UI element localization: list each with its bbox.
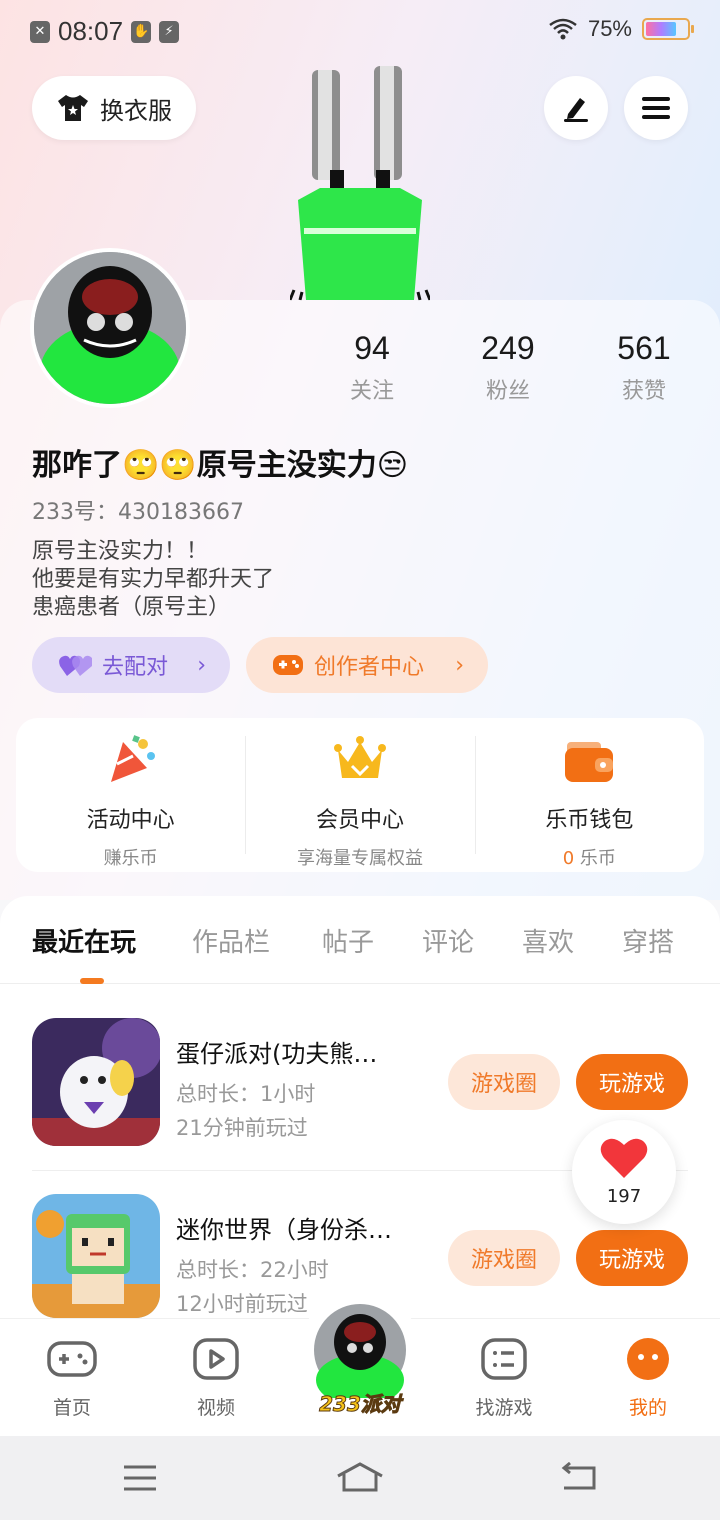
avatar-image [34,252,186,404]
activity-center-sub: 赚乐币 [103,848,158,869]
nav-home[interactable]: 首页 [22,1337,122,1420]
likes-stat[interactable]: 561 获赞 [584,330,704,405]
coin-balance: 0 [562,848,575,869]
like-count: 197 [606,1186,642,1207]
change-outfit-button[interactable]: 换衣服 [32,76,196,140]
chevron-right-icon: › [455,652,464,678]
followers-stat[interactable]: 249 粉丝 [448,330,568,405]
status-time: 08:07 [58,16,124,46]
party-avatar-icon [314,1304,406,1398]
list-icon [481,1338,527,1380]
tab-posts[interactable]: 帖子 [322,922,374,959]
followers-label: 粉丝 [485,379,530,404]
party-popper-icon [110,735,155,782]
game-name: 蛋仔派对(功夫熊… [176,1040,378,1068]
nav-party[interactable]: 233派对 [300,1290,420,1420]
nav-home-label: 首页 [52,1397,91,1419]
vip-center-entry[interactable]: 会员中心 享海量专属权益 [245,718,474,872]
profile-tabs: 最近在玩 作品栏 帖子 评论 喜欢 穿搭 [0,896,720,984]
change-outfit-label: 换衣服 [100,96,172,125]
game-icon-eggy-party [32,1018,160,1146]
game-circle-button[interactable]: 游戏圈 [448,1230,560,1286]
system-nav-bar [0,1436,720,1520]
following-label: 关注 [349,379,394,404]
tab-recently-played[interactable]: 最近在玩 [32,922,136,959]
game-duration: 总时长：1小时 [176,1082,316,1106]
game-circle-button[interactable]: 游戏圈 [448,1054,560,1110]
menu-button[interactable] [624,76,688,140]
nav-find-games[interactable]: 找游戏 [454,1337,554,1420]
nav-mine-label: 我的 [628,1397,667,1419]
recent-apps-icon[interactable] [122,1464,158,1492]
game-duration: 总时长：22小时 [176,1258,329,1282]
profile-face-icon [627,1338,669,1380]
nav-party-label: 233派对 [319,1392,402,1417]
back-icon[interactable] [560,1462,598,1492]
coin-unit: 乐币 [579,848,616,869]
bio: 原号主没实力！！ 他要是有实力早都升天了 患癌患者（原号主） [32,538,274,622]
wallet-icon [565,742,614,782]
following-count: 94 [354,330,390,366]
feature-card: 活动中心 赚乐币 会员中心 享海量专属权益 乐币钱包 0 乐币 [16,718,704,872]
status-bar: ✕ 08:07 ✋ ⚡ 75% [0,0,720,66]
flash-icon: ⚡ [159,20,180,43]
followers-count: 249 [481,330,535,366]
creator-center-button[interactable]: 创作者中心 › [246,637,488,693]
heart-icon [600,1138,648,1178]
tab-outfits[interactable]: 穿搭 [622,922,674,959]
play-game-button[interactable]: 玩游戏 [576,1230,688,1286]
wifi-icon [549,18,577,40]
battery-percent: 75% [587,16,632,41]
following-stat[interactable]: 94 关注 [312,330,432,405]
double-heart-icon [59,655,92,676]
bio-line: 他要是有实力早都升天了 [32,567,275,592]
tab-works[interactable]: 作品栏 [192,922,270,959]
wallet-entry[interactable]: 乐币钱包 0 乐币 [474,718,704,872]
nav-video-label: 视频 [196,1397,235,1419]
active-tab-indicator [80,978,104,984]
video-icon [193,1338,239,1380]
game-last-played: 21分钟前玩过 [176,1116,308,1140]
wallet-title: 乐币钱包 [545,808,634,833]
match-label: 去配对 [102,655,169,680]
game-name: 迷你世界（身份杀… [176,1216,392,1244]
nav-mine[interactable]: 我的 [598,1337,698,1420]
nav-video[interactable]: 视频 [166,1337,266,1420]
wallet-sub: 0 乐币 [475,844,704,870]
game-icon-mini-world [32,1194,160,1318]
tab-likes[interactable]: 喜欢 [522,922,574,959]
nickname: 那咋了🙄🙄原号主没实力😒 [32,448,408,483]
activity-center-title: 活动中心 [86,808,175,833]
tshirt-icon [58,95,88,121]
activity-center-entry[interactable]: 活动中心 赚乐币 [16,718,245,872]
game-last-played: 12小时前玩过 [176,1292,308,1316]
creator-center-label: 创作者中心 [314,655,425,680]
likes-label: 获赞 [621,379,666,404]
edit-profile-button[interactable] [544,76,608,140]
gesture-icon: ✋ [131,20,152,43]
vip-center-title: 会员中心 [315,808,404,833]
likes-count: 561 [617,330,671,366]
notification-icon: ✕ [30,20,50,43]
gamepad-icon [273,655,303,675]
tab-comments[interactable]: 评论 [422,922,474,959]
chevron-right-icon: › [197,652,206,678]
play-game-button[interactable]: 玩游戏 [576,1054,688,1110]
user-id[interactable]: 233号：430183667 [32,494,244,526]
crown-icon [333,736,386,778]
nav-find-games-label: 找游戏 [475,1397,533,1419]
battery-icon [642,18,694,40]
bio-line: 原号主没实力！！ [32,539,209,564]
vip-center-sub: 享海量专属权益 [296,848,423,869]
avatar[interactable] [30,248,190,408]
menu-icon [642,97,670,119]
pencil-icon [564,98,588,122]
avatar-3d-figure[interactable] [290,60,430,305]
bio-line: 患癌患者（原号主） [32,595,231,620]
gamepad-icon [47,1341,97,1377]
like-bubble[interactable]: 197 [572,1120,676,1224]
home-icon[interactable] [336,1460,384,1494]
match-button[interactable]: 去配对 › [32,637,230,693]
